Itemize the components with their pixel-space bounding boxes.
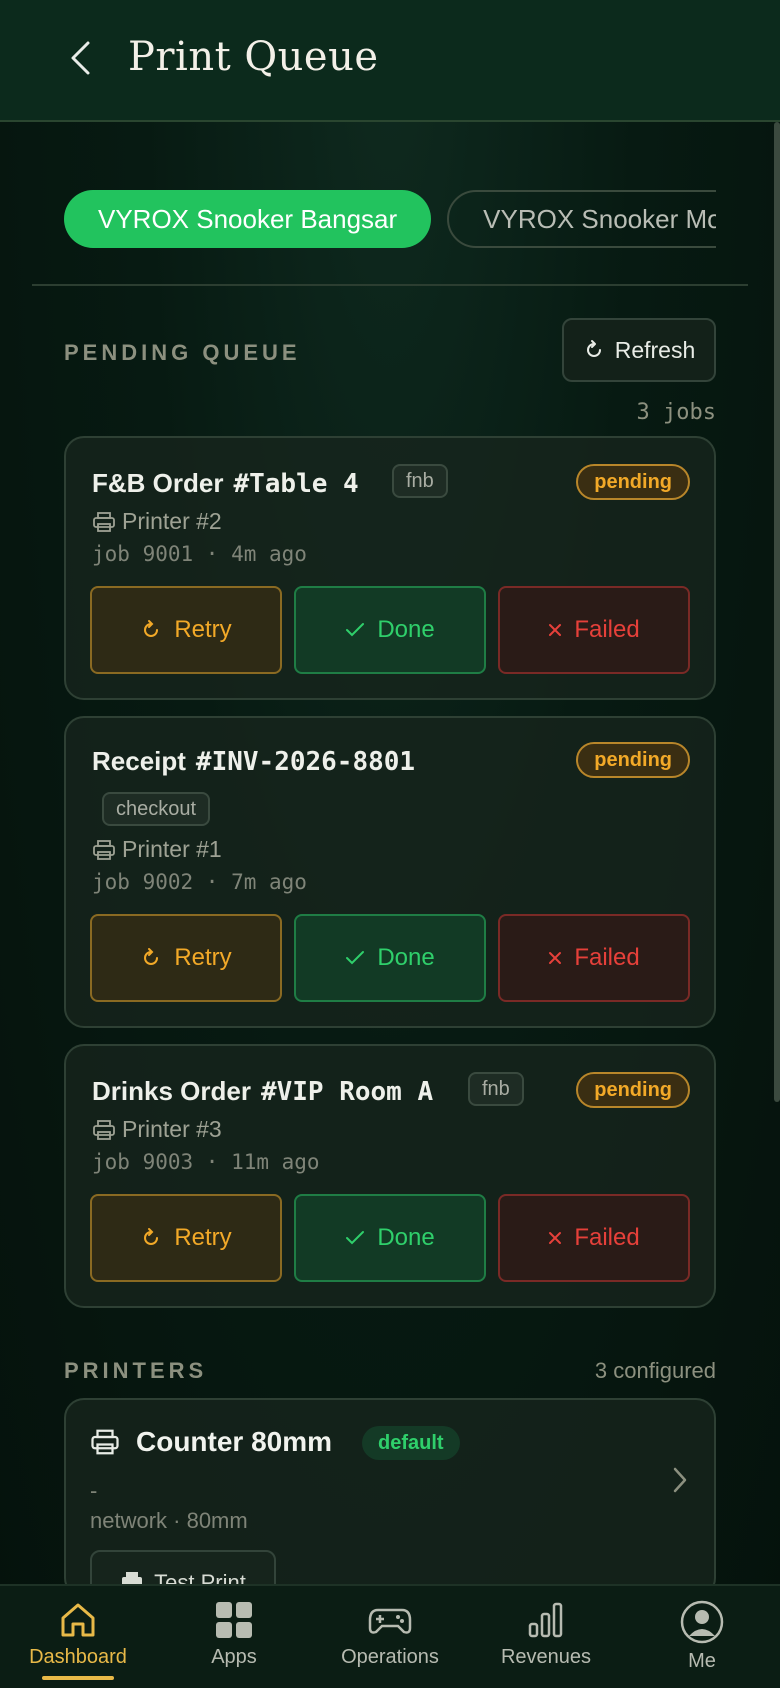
job-card: F&B Order #Table 4 fnb pending Printer #2…: [64, 436, 716, 700]
done-button[interactable]: Done: [294, 1194, 486, 1282]
job-meta: job 9002 · 7m ago: [92, 870, 307, 894]
close-icon: [549, 952, 562, 964]
printer-name: Counter 80mm: [136, 1426, 333, 1457]
app-header: Print Queue: [0, 0, 780, 122]
bar-chart-icon: [528, 1602, 563, 1638]
chevron-left-icon: [71, 41, 90, 75]
printers-count: 3 configured: [594, 1358, 716, 1383]
done-button[interactable]: Done: [294, 586, 486, 674]
retry-button[interactable]: Retry: [90, 914, 282, 1002]
job-meta: job 9001 · 4m ago: [92, 542, 307, 566]
nav-dashboard[interactable]: Dashboard: [0, 1586, 156, 1688]
job-tag: fnb: [392, 464, 448, 498]
status-badge: pending: [576, 1072, 690, 1108]
printer-icon: [93, 1119, 115, 1140]
user-avatar-icon: [680, 1600, 724, 1644]
pending-queue-heading: PENDING QUEUE: [64, 340, 301, 365]
done-button[interactable]: Done: [294, 914, 486, 1002]
refresh-button[interactable]: Refresh: [562, 318, 716, 382]
printer-icon: [93, 839, 115, 860]
job-tag: checkout: [102, 792, 211, 826]
job-printer: Printer #1: [92, 836, 222, 863]
apps-grid-icon: [216, 1602, 252, 1638]
job-card: Receipt #INV-2026-8801 pending checkout P…: [64, 716, 716, 1028]
nav-revenues[interactable]: Revenues: [468, 1586, 624, 1688]
failed-button[interactable]: Failed: [498, 1194, 690, 1282]
nav-me[interactable]: Me: [624, 1586, 780, 1688]
job-meta: job 9003 · 11m ago: [92, 1150, 320, 1174]
divider: [32, 284, 748, 286]
check-icon: [346, 951, 365, 965]
retry-icon: [144, 948, 159, 965]
job-title: Drinks Order #VIP Room A: [92, 1076, 434, 1107]
scrollbar[interactable]: [774, 122, 780, 1102]
page-title: Print Queue: [128, 34, 379, 80]
venue-tabs: VYROX Snooker Bangsar VYROX Snooker Mont …: [64, 190, 716, 248]
chevron-right-icon: [673, 1467, 687, 1493]
home-icon: [61, 1603, 95, 1637]
venue-tab-mont-kiara[interactable]: VYROX Snooker Mont Kiara: [447, 190, 716, 248]
job-tag: fnb: [468, 1072, 524, 1106]
failed-button[interactable]: Failed: [498, 914, 690, 1002]
check-icon: [346, 1231, 365, 1245]
printer-meta: network · 80mm: [90, 1508, 248, 1533]
failed-button[interactable]: Failed: [498, 586, 690, 674]
job-title: F&B Order #Table 4: [92, 468, 359, 499]
jobs-count: 3 jobs: [636, 400, 716, 425]
printer-card[interactable]: Counter 80mm default - network · 80mm Te…: [64, 1398, 716, 1598]
back-button[interactable]: [60, 38, 100, 78]
venue-tab-bangsar[interactable]: VYROX Snooker Bangsar: [64, 190, 432, 248]
nav-operations[interactable]: Operations: [312, 1586, 468, 1688]
job-title: Receipt #INV-2026-8801: [92, 746, 416, 777]
printer-icon: [93, 511, 115, 532]
nav-apps[interactable]: Apps: [156, 1586, 312, 1688]
gamepad-icon: [368, 1608, 412, 1634]
close-icon: [549, 624, 562, 636]
retry-icon: [144, 620, 159, 637]
status-badge: pending: [576, 742, 690, 778]
refresh-label: Refresh: [614, 336, 696, 363]
job-printer: Printer #2: [92, 508, 222, 535]
printer-address: -: [90, 1478, 98, 1503]
printer-icon: [91, 1429, 119, 1455]
retry-button[interactable]: Retry: [90, 586, 282, 674]
retry-button[interactable]: Retry: [90, 1194, 282, 1282]
bottom-nav: Dashboard Apps Operations Revenues Me: [0, 1584, 780, 1688]
printers-heading: PRINTERS: [64, 1358, 208, 1383]
retry-icon: [144, 1228, 159, 1245]
default-badge: default: [362, 1426, 460, 1460]
job-printer: Printer #3: [92, 1116, 222, 1143]
refresh-icon: [586, 340, 601, 357]
status-badge: pending: [576, 464, 690, 500]
check-icon: [346, 623, 365, 637]
job-card: Drinks Order #VIP Room A fnb pending Prin…: [64, 1044, 716, 1308]
close-icon: [549, 1232, 562, 1244]
active-indicator: [42, 1676, 114, 1680]
